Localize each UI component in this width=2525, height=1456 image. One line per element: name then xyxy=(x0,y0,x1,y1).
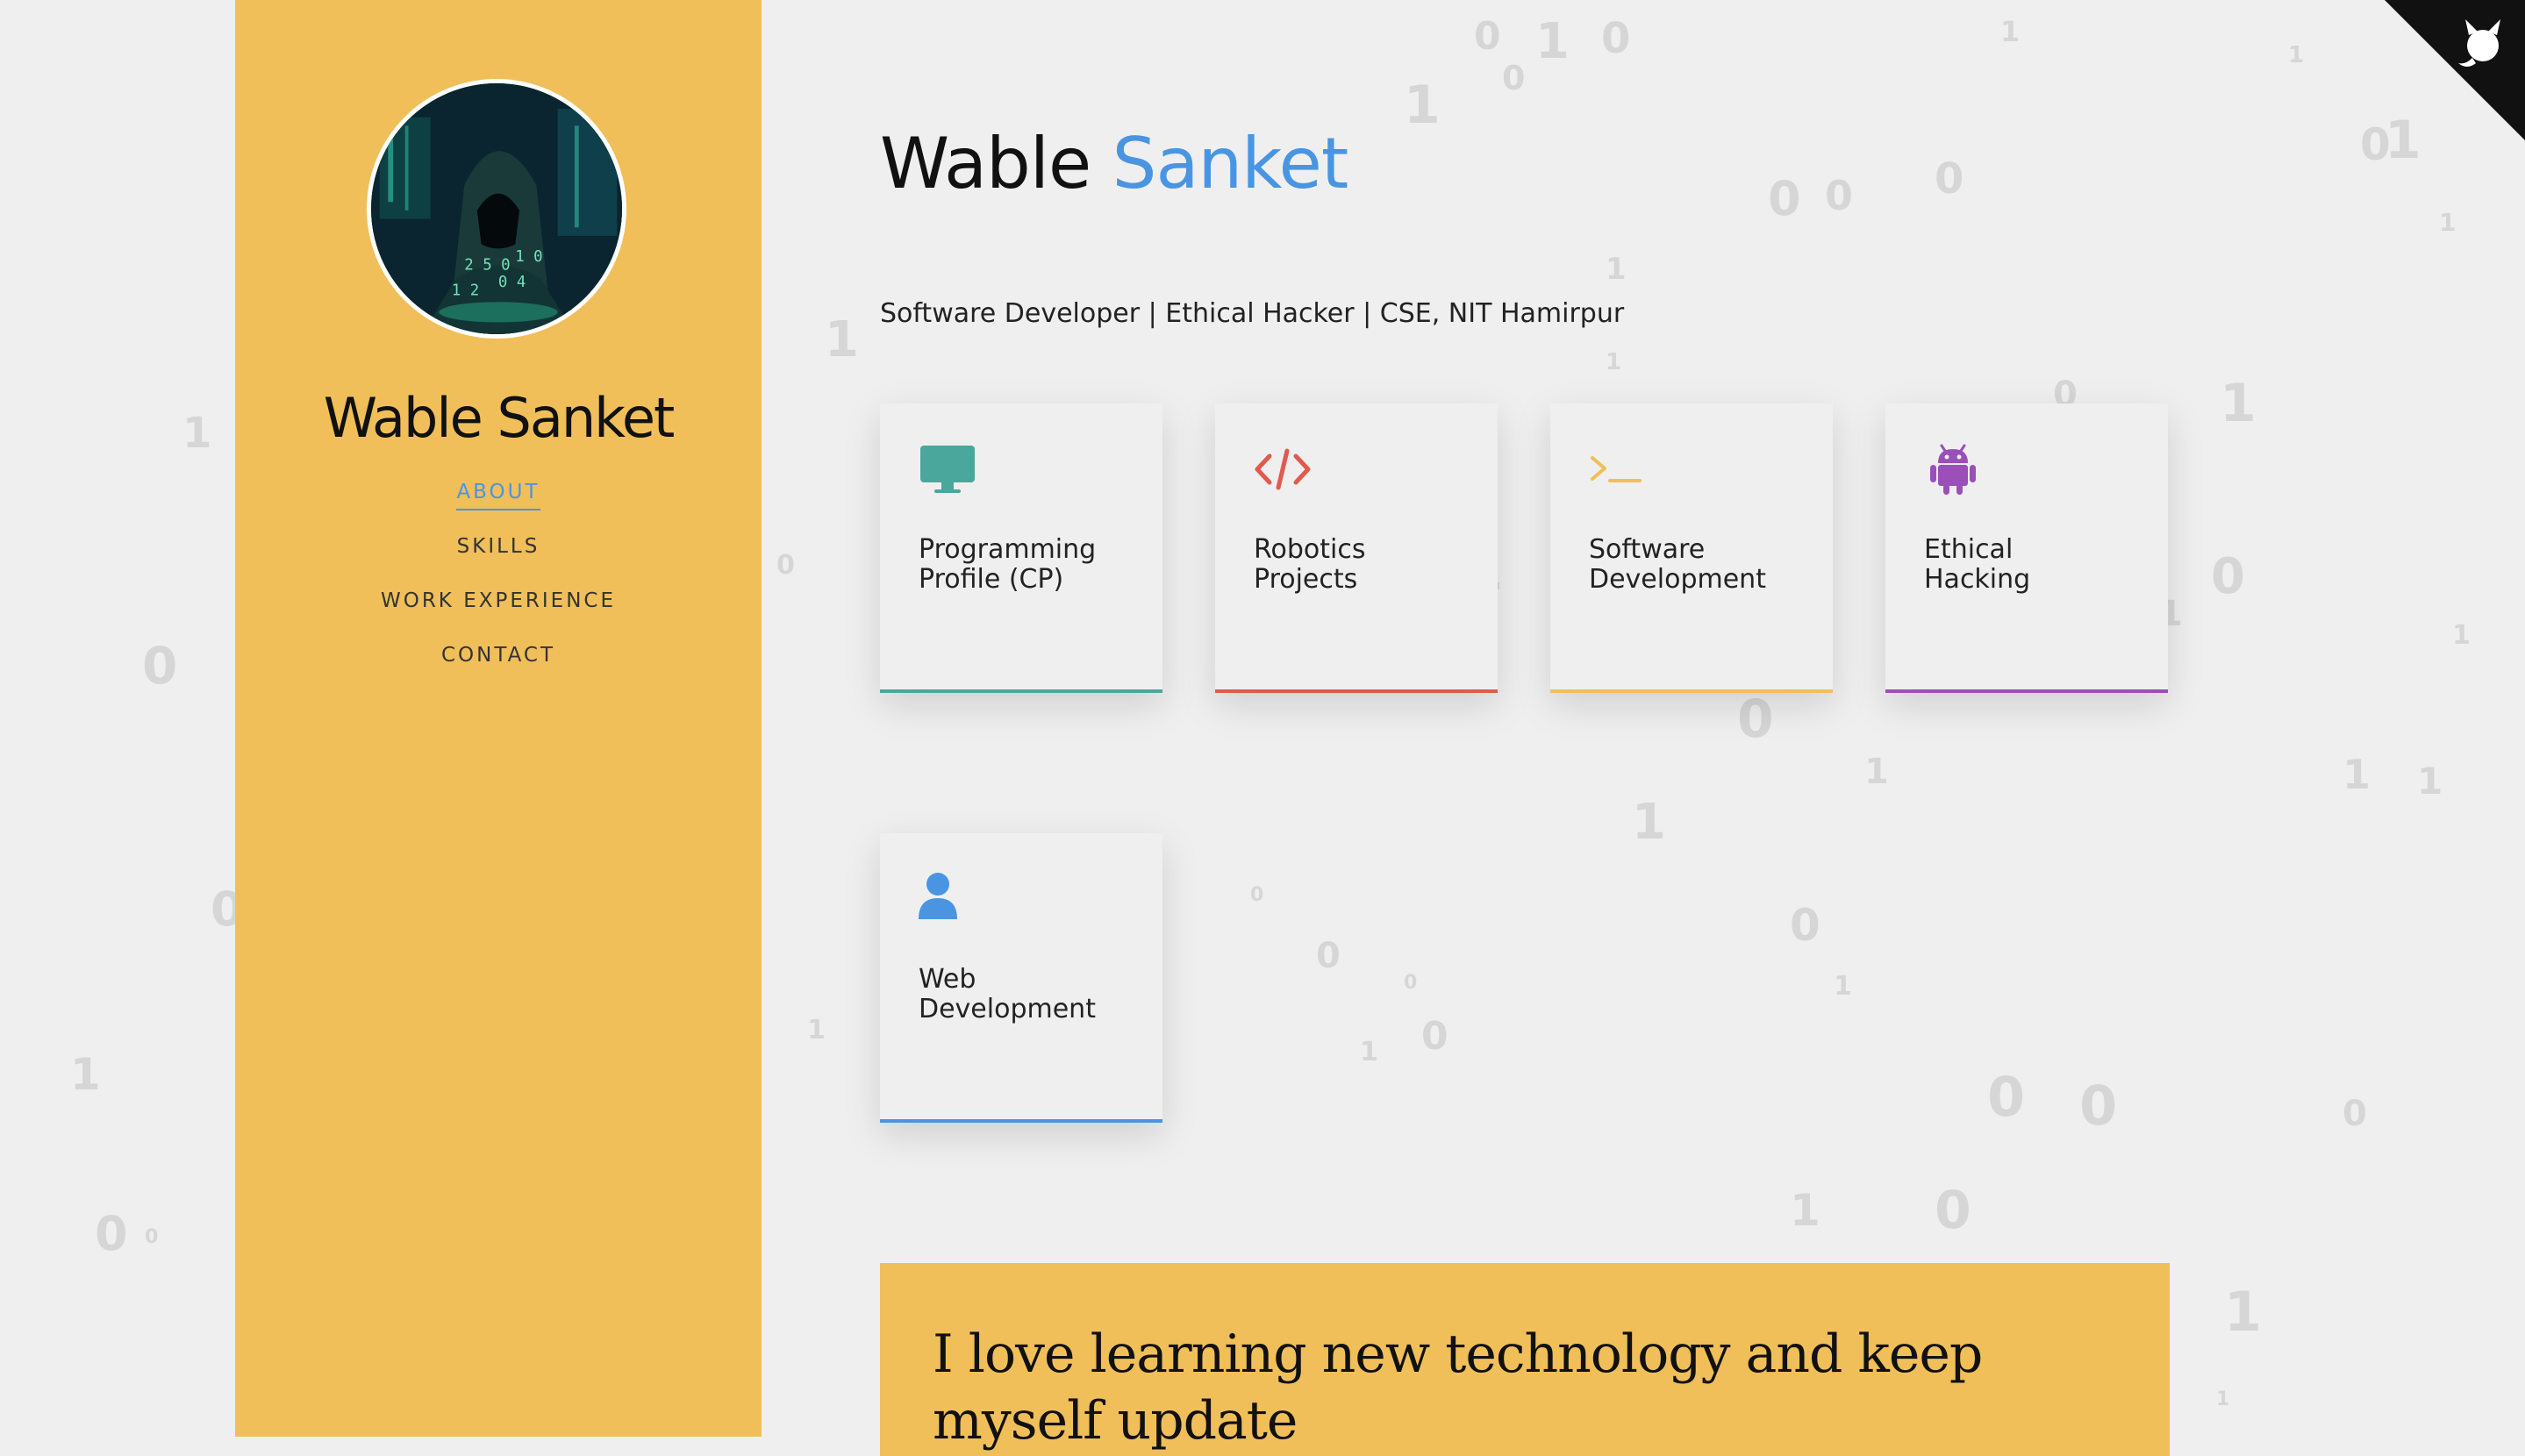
binary-digit: 1 xyxy=(182,409,212,458)
binary-digit: 1 xyxy=(2220,373,2257,434)
binary-digit: 1 xyxy=(1606,252,1627,287)
binary-digit: 0 xyxy=(1421,1014,1448,1059)
binary-digit: 0 xyxy=(2211,548,2245,605)
monitor-icon xyxy=(919,440,976,498)
svg-text:1 0: 1 0 xyxy=(515,248,542,266)
card-accent-bar xyxy=(1215,689,1498,693)
binary-digit: 0 xyxy=(1825,172,1854,219)
binary-digit: 1 xyxy=(1535,13,1570,70)
binary-digit: 0 xyxy=(1250,884,1264,906)
binary-digit: 1 xyxy=(2343,751,2371,798)
binary-digit: 1 xyxy=(2288,42,2305,68)
code-icon xyxy=(1254,440,1312,498)
binary-digit: 1 xyxy=(1864,752,1889,792)
github-corner-link[interactable] xyxy=(2385,0,2525,140)
binary-digit: 0 xyxy=(1737,689,1774,750)
sidebar: 2 5 0 0 4 1 2 1 0 Wable Sanket ABOUT SKI… xyxy=(235,0,762,1437)
binary-digit: 0 xyxy=(1474,14,1501,59)
binary-digit: 0 xyxy=(1935,1180,1971,1241)
binary-digit: 1 xyxy=(2000,15,2021,48)
card-label: Programming Profile (CP) xyxy=(919,534,1097,595)
binary-digit: 1 xyxy=(2216,1388,2230,1410)
sidebar-name: Wable Sanket xyxy=(323,386,676,450)
svg-text:2 5 0: 2 5 0 xyxy=(464,257,510,275)
binary-digit: 0 xyxy=(1987,1065,2026,1129)
nav-item-work-experience: WORK EXPERIENCE xyxy=(235,589,762,644)
binary-digit: 0 xyxy=(1316,936,1341,976)
binary-digit: 1 xyxy=(1834,971,1852,1002)
binary-digit: 1 xyxy=(2439,208,2457,237)
binary-digit: 1 xyxy=(70,1049,101,1100)
binary-digit: 0 xyxy=(1601,14,1631,63)
nav-link-about[interactable]: ABOUT xyxy=(456,481,540,510)
binary-digit: 1 xyxy=(1360,1037,1378,1067)
first-name: Wable xyxy=(880,123,1091,204)
avatar: 2 5 0 0 4 1 2 1 0 xyxy=(367,79,626,339)
quote-text: I love learning new technology and keep … xyxy=(933,1324,1983,1452)
binary-digit: 0 xyxy=(1768,171,1801,226)
nav-link-work-experience[interactable]: WORK EXPERIENCE xyxy=(381,589,616,617)
page-title: Wable Sanket xyxy=(880,123,1348,204)
nav-link-skills[interactable]: SKILLS xyxy=(457,535,540,563)
binary-digit: 0 xyxy=(1404,972,1418,994)
card-programming-profile[interactable]: Programming Profile (CP) xyxy=(880,403,1162,693)
card-ethical-hacking[interactable]: Ethical Hacking xyxy=(1885,403,2168,693)
binary-digit: 0 xyxy=(1790,900,1820,951)
sidebar-nav: ABOUT SKILLS WORK EXPERIENCE CONTACT xyxy=(235,481,762,698)
binary-digit: 1 xyxy=(2224,1280,2263,1344)
card-robotics-projects[interactable]: Robotics Projects xyxy=(1215,403,1498,693)
tagline: Software Developer | Ethical Hacker | CS… xyxy=(880,298,1625,329)
binary-digit: 0 xyxy=(142,636,178,696)
user-icon xyxy=(919,870,976,928)
card-accent-bar xyxy=(1885,689,2168,693)
card-label: Software Development xyxy=(1589,534,1766,595)
binary-digit: 1 xyxy=(2417,760,2443,803)
card-label: Ethical Hacking xyxy=(1924,534,2031,595)
card-accent-bar xyxy=(880,689,1162,693)
terminal-icon xyxy=(1589,440,1647,498)
nav-item-contact: CONTACT xyxy=(235,644,762,698)
svg-text:1 2: 1 2 xyxy=(452,282,479,300)
card-accent-bar xyxy=(880,1119,1162,1123)
nav-link-contact[interactable]: CONTACT xyxy=(441,644,555,672)
binary-digit: 0 xyxy=(776,550,795,581)
binary-digit: 0 xyxy=(145,1226,159,1248)
svg-text:0 4: 0 4 xyxy=(498,274,526,291)
binary-digit: 1 xyxy=(825,311,859,368)
binary-digit: 0 xyxy=(95,1206,128,1261)
card-label: Robotics Projects xyxy=(1254,534,1366,595)
avatar-hacker-image: 2 5 0 0 4 1 2 1 0 xyxy=(371,83,622,334)
binary-digit: 1 xyxy=(1404,75,1441,136)
binary-digit: 0 xyxy=(1502,59,1526,97)
binary-digit: 1 xyxy=(1632,794,1666,851)
nav-item-about: ABOUT xyxy=(235,481,762,535)
quote-box: I love learning new technology and keep … xyxy=(880,1263,2170,1456)
binary-digit: 1 xyxy=(807,1015,826,1046)
card-web-development[interactable]: Web Development xyxy=(880,833,1162,1123)
card-accent-bar xyxy=(1550,689,1833,693)
card-label: Web Development xyxy=(919,964,1096,1024)
binary-digit: 1 xyxy=(1606,349,1622,375)
binary-digit: 0 xyxy=(1935,154,1964,203)
nav-item-skills: SKILLS xyxy=(235,535,762,589)
binary-digit: 1 xyxy=(1790,1185,1820,1236)
card-software-development[interactable]: Software Development xyxy=(1550,403,1833,693)
binary-digit: 0 xyxy=(2343,1094,2367,1134)
android-icon xyxy=(1924,440,1982,498)
binary-digit: 1 xyxy=(2452,620,2471,651)
binary-digit: 0 xyxy=(2079,1074,2118,1138)
github-octocat-icon xyxy=(2385,0,2525,140)
last-name: Sanket xyxy=(1112,123,1349,204)
